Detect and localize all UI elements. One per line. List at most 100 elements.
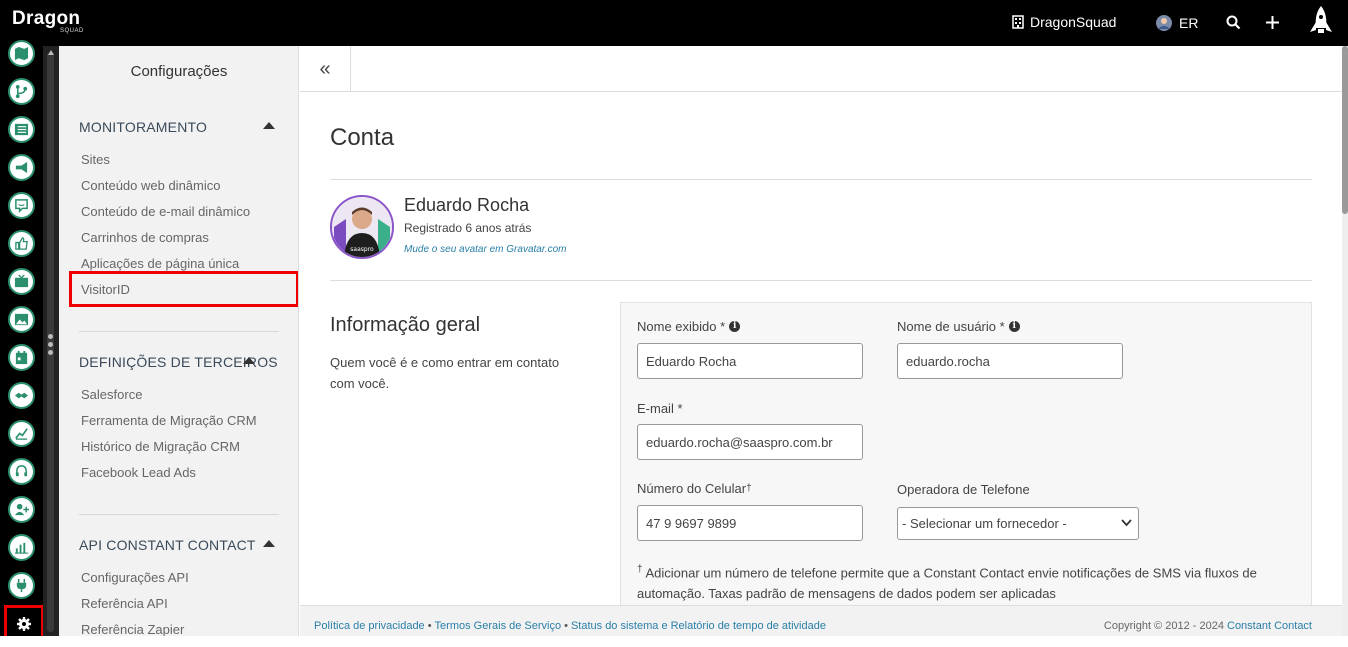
main-content: Conta saaspro Eduardo Rocha Registrado 6… xyxy=(300,92,1342,605)
highlight-box xyxy=(69,271,298,307)
avatar-text: saaspro xyxy=(350,246,374,253)
sidebar-item-zapier-reference[interactable]: Referência Zapier xyxy=(81,622,184,636)
collapse-bar: « xyxy=(300,46,1342,92)
caret-up-icon[interactable] xyxy=(243,357,255,364)
display-name-input[interactable] xyxy=(637,343,863,379)
divider xyxy=(330,179,1312,180)
note-dagger: † xyxy=(637,564,643,575)
sidebar-item-api-reference[interactable]: Referência API xyxy=(81,596,168,611)
user-registered: Registrado 6 anos atrás xyxy=(404,221,532,235)
user-name: Eduardo Rocha xyxy=(404,195,530,215)
sidebar-item-api-settings[interactable]: Configurações API xyxy=(81,570,189,585)
copyright: Copyright © 2012 - 2024 Constant Contact xyxy=(1104,620,1312,632)
branch-icon[interactable] xyxy=(8,78,35,105)
sidebar-item-crm-migration-history[interactable]: Histórico de Migração CRM xyxy=(81,439,240,454)
note-text: Adicionar um número de telefone permite … xyxy=(637,565,1257,602)
analytics-icon[interactable] xyxy=(8,420,35,447)
avatar-image: saaspro xyxy=(332,197,392,257)
plus-icon[interactable] xyxy=(1265,15,1280,30)
main-scroll-thumb[interactable] xyxy=(1342,46,1348,214)
section-title-general-info: Informação geral xyxy=(330,314,481,336)
user-initials: ER xyxy=(1179,15,1199,31)
email-label: E-mail * xyxy=(637,401,683,416)
carrier-selected-value: - Selecionar um fornecedor - xyxy=(902,516,1067,531)
carrier-label: Operadora de Telefone xyxy=(897,482,1030,497)
double-chevron-left-icon: « xyxy=(319,57,331,80)
logo-subtitle: SQUAD xyxy=(60,28,84,34)
label-text: Número do Celular xyxy=(637,481,747,496)
sidebar-item-dynamic-web-content[interactable]: Conteúdo web dinâmico xyxy=(81,178,220,193)
terms-link[interactable]: Termos Gerais de Serviço xyxy=(435,620,562,632)
username-label: Nome de usuário * i xyxy=(897,319,1020,334)
sidebar-item-crm-migration-tool[interactable]: Ferramenta de Migração CRM xyxy=(81,413,257,428)
caret-up-icon[interactable] xyxy=(263,122,275,129)
sidebar-item-shopping-carts[interactable]: Carrinhos de compras xyxy=(81,230,209,245)
label-text: Nome de usuário * xyxy=(897,319,1005,334)
user-avatar-icon xyxy=(1156,15,1172,31)
section-title: MONITORAMENTO xyxy=(79,119,208,135)
chat-icon[interactable] xyxy=(8,192,35,219)
resize-handle-icon[interactable] xyxy=(48,334,53,358)
add-user-icon[interactable] xyxy=(8,496,35,523)
section-api-header[interactable]: API CONSTANT CONTACT xyxy=(79,537,279,553)
sidebar-item-facebook-lead-ads[interactable]: Facebook Lead Ads xyxy=(81,465,196,480)
section-title: API CONSTANT CONTACT xyxy=(79,537,256,553)
username-input[interactable] xyxy=(897,343,1123,379)
map-icon[interactable] xyxy=(8,40,35,67)
building-icon xyxy=(1012,15,1024,29)
avatar[interactable]: saaspro xyxy=(330,195,394,259)
org-switcher[interactable]: DragonSquad xyxy=(1012,14,1116,30)
rail-scroll-up-icon[interactable] xyxy=(48,50,54,55)
label-text: Nome exibido * xyxy=(637,319,726,334)
sidebar-item-sites[interactable]: Sites xyxy=(81,152,110,167)
carrier-select[interactable]: - Selecionar um fornecedor - xyxy=(897,507,1139,540)
page-title: Conta xyxy=(330,124,395,151)
caret-up-icon[interactable] xyxy=(263,540,275,547)
megaphone-icon[interactable] xyxy=(8,154,35,181)
info-icon[interactable]: i xyxy=(1008,321,1020,332)
status-link[interactable]: Status do sistema e Relatório de tempo d… xyxy=(571,620,826,632)
footer: Política de privacidade • Termos Gerais de… xyxy=(300,605,1342,636)
email-input[interactable] xyxy=(637,424,863,460)
headset-icon[interactable] xyxy=(8,458,35,485)
main-scrollbar[interactable] xyxy=(1342,46,1348,636)
gear-icon xyxy=(17,617,31,631)
display-name-label: Nome exibido * i xyxy=(637,319,741,334)
footer-links: Política de privacidade • Termos Gerais de… xyxy=(314,620,826,632)
divider xyxy=(330,280,1312,281)
calendar-icon[interactable] xyxy=(8,344,35,371)
thumbs-up-icon[interactable] xyxy=(8,230,35,257)
section-third-party-header[interactable]: DEFINIÇÕES DE TERCEIROS xyxy=(79,354,279,370)
privacy-policy-link[interactable]: Política de privacidade xyxy=(314,620,425,632)
list-icon[interactable] xyxy=(8,116,35,143)
plug-icon[interactable] xyxy=(8,572,35,599)
image-icon[interactable] xyxy=(8,306,35,333)
handshake-icon[interactable] xyxy=(8,382,35,409)
collapse-sidebar-button[interactable]: « xyxy=(300,46,351,92)
section-monitoring-header[interactable]: MONITORAMENTO xyxy=(79,119,279,135)
divider xyxy=(79,514,279,515)
label-text: Operadora de Telefone xyxy=(897,482,1030,497)
sidebar-item-dynamic-email-content[interactable]: Conteúdo de e-mail dinâmico xyxy=(81,204,250,219)
app-rail xyxy=(0,40,43,636)
settings-sidebar: Configurações MONITORAMENTO Sites Conteú… xyxy=(59,46,299,636)
info-icon[interactable]: i xyxy=(729,321,741,332)
sidebar-title: Configurações xyxy=(130,63,228,80)
copyright-text: Copyright © 2012 - 2024 xyxy=(1103,620,1224,632)
footer-separator: • xyxy=(564,620,568,632)
rocket-icon[interactable] xyxy=(1306,4,1336,40)
divider xyxy=(79,331,279,332)
tv-icon[interactable] xyxy=(8,268,35,295)
search-icon[interactable] xyxy=(1226,15,1241,30)
sidebar-item-single-page-apps[interactable]: Aplicações de página única xyxy=(81,256,239,271)
bottom-strip xyxy=(0,636,1348,647)
logo[interactable]: Dragon xyxy=(12,8,80,30)
general-info-form: Nome exibido * i Nome de usuário * i E-m… xyxy=(620,302,1312,605)
phone-input[interactable] xyxy=(637,505,863,541)
bar-chart-icon[interactable] xyxy=(8,534,35,561)
sidebar-item-salesforce[interactable]: Salesforce xyxy=(81,387,142,402)
user-menu[interactable]: ER xyxy=(1155,14,1198,32)
chevron-down-icon xyxy=(1121,519,1132,527)
gravatar-link[interactable]: Mude o seu avatar em Gravatar.com xyxy=(404,244,566,255)
constant-contact-link[interactable]: Constant Contact xyxy=(1227,620,1312,632)
